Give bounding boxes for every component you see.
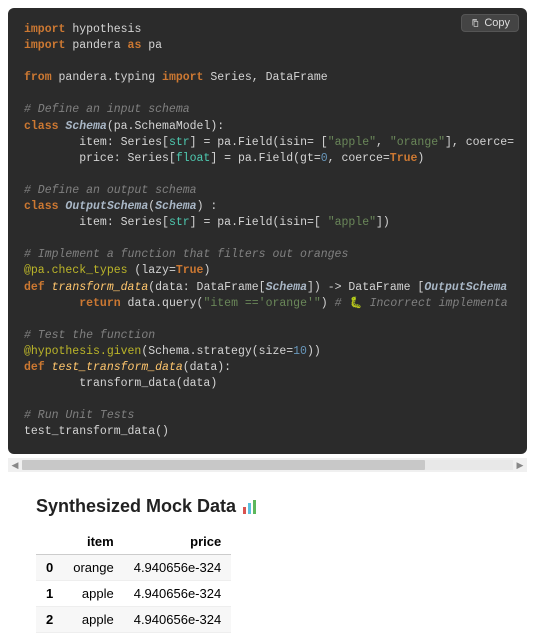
scroll-left-arrow[interactable]: ◀ <box>8 458 22 472</box>
cell-item: orange <box>63 555 123 581</box>
cell-index: 1 <box>36 581 63 607</box>
scroll-thumb[interactable] <box>22 460 425 470</box>
cell-item: apple <box>63 607 123 633</box>
copy-label: Copy <box>484 17 510 29</box>
cell-price: 4.940656e-324 <box>124 581 231 607</box>
cell-index: 0 <box>36 555 63 581</box>
col-price: price <box>124 529 231 555</box>
code-block: Copy import hypothesis import pandera as… <box>8 8 527 454</box>
table-row: 1 apple 4.940656e-324 <box>36 581 231 607</box>
heading-text: Synthesized Mock Data <box>36 496 236 517</box>
content-area: Synthesized Mock Data item price 0 orang… <box>0 472 535 643</box>
copy-button[interactable]: Copy <box>461 14 519 32</box>
cell-index: 2 <box>36 607 63 633</box>
table-header-row: item price <box>36 529 231 555</box>
cell-item: apple <box>63 581 123 607</box>
bar-chart-icon <box>242 499 258 515</box>
col-item: item <box>63 529 123 555</box>
data-table: item price 0 orange 4.940656e-324 1 appl… <box>36 529 231 633</box>
horizontal-scrollbar[interactable]: ◀ ▶ <box>8 458 527 472</box>
section-heading: Synthesized Mock Data <box>36 496 499 517</box>
scroll-track[interactable] <box>22 460 513 470</box>
table-row: 2 apple 4.940656e-324 <box>36 607 231 633</box>
col-index <box>36 529 63 555</box>
scroll-right-arrow[interactable]: ▶ <box>513 458 527 472</box>
table-row: 0 orange 4.940656e-324 <box>36 555 231 581</box>
copy-icon <box>470 18 480 28</box>
cell-price: 4.940656e-324 <box>124 607 231 633</box>
code-content: import hypothesis import pandera as pa f… <box>24 22 511 440</box>
cell-price: 4.940656e-324 <box>124 555 231 581</box>
